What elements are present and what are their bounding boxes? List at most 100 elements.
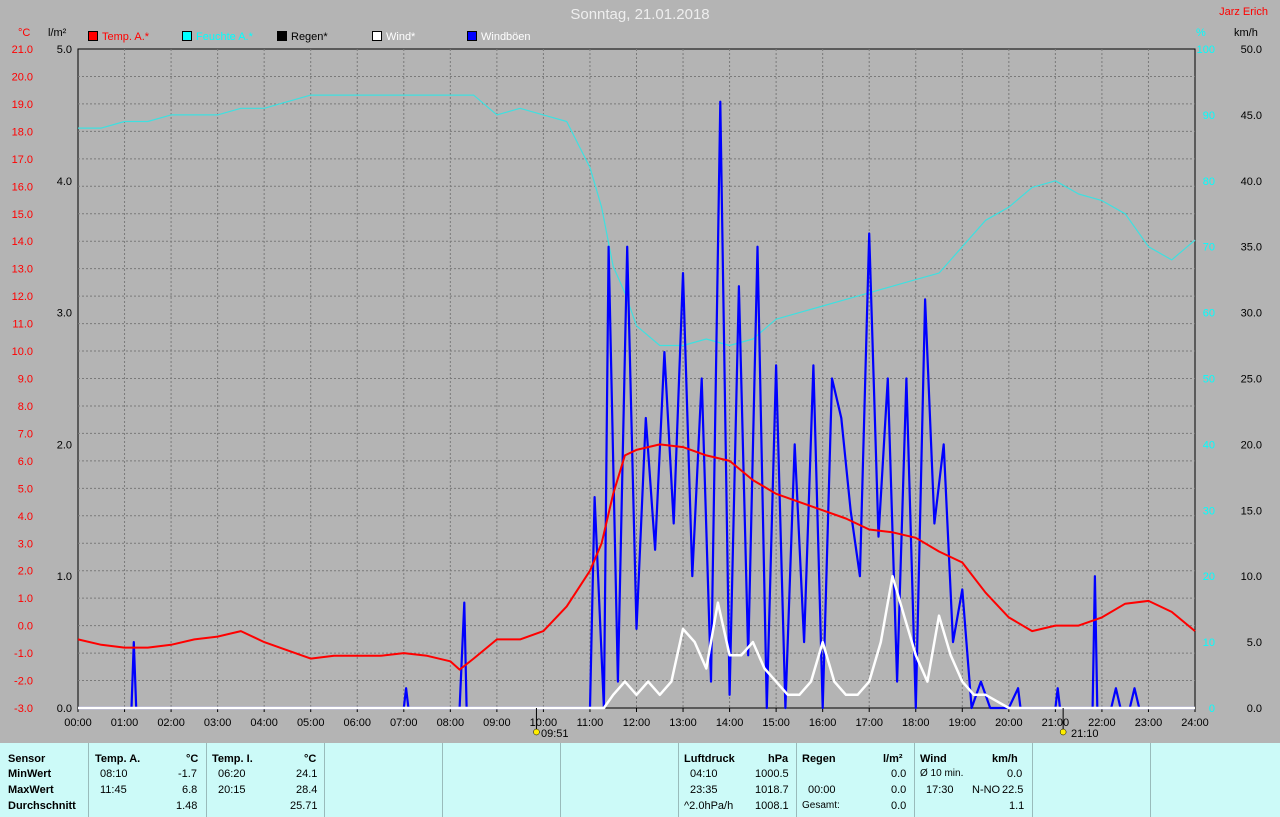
temp-tick-label: -2.0 bbox=[14, 676, 33, 688]
sunrise-marker-icon bbox=[533, 728, 540, 736]
x-tick-label: 04:00 bbox=[250, 717, 278, 729]
humidity-tick-label: 40 bbox=[1203, 439, 1215, 451]
rain-unit: l/m² bbox=[883, 753, 903, 765]
pressure-max-value: 1018.7 bbox=[755, 784, 789, 796]
temp-i-max-value: 28.4 bbox=[296, 784, 318, 796]
temp-i-min-value: 24.1 bbox=[296, 768, 318, 780]
legend-swatch bbox=[88, 31, 98, 41]
temp-tick-label: 1.0 bbox=[18, 593, 33, 605]
x-tick-label: 03:00 bbox=[204, 717, 232, 729]
rain-tick-label: 4.0 bbox=[57, 176, 72, 188]
x-tick-label: 17:00 bbox=[855, 717, 883, 729]
pressure-unit: hPa bbox=[768, 753, 789, 765]
rain-tick-label: 5.0 bbox=[57, 44, 72, 56]
wind-tick-label: 50.0 bbox=[1241, 44, 1262, 56]
temp-tick-label: 17.0 bbox=[12, 154, 33, 166]
legend-temp: Temp. A.* bbox=[88, 31, 149, 43]
temp-a-max-time: 11:45 bbox=[100, 784, 127, 796]
row-label-min: MinWert bbox=[8, 768, 52, 780]
temp-i-avg-value: 25.71 bbox=[290, 800, 318, 812]
humidity-tick-label: 0 bbox=[1209, 703, 1215, 715]
divider bbox=[678, 743, 679, 817]
x-tick-label: 15:00 bbox=[762, 717, 790, 729]
rain-tick-label: 3.0 bbox=[57, 308, 72, 320]
wind-tick-label: 20.0 bbox=[1241, 439, 1262, 451]
x-tick-label: 11:00 bbox=[577, 717, 604, 729]
temp-tick-label: 4.0 bbox=[18, 511, 33, 523]
x-tick-label: 06:00 bbox=[343, 717, 371, 729]
temp-tick-label: 11.0 bbox=[12, 319, 33, 331]
wind-tick-label: 45.0 bbox=[1241, 110, 1262, 122]
temp-i-min-time: 06:20 bbox=[218, 768, 246, 780]
legend-swatch bbox=[467, 31, 477, 41]
humidity-tick-label: 100 bbox=[1197, 44, 1215, 56]
wind-tick-label: 0.0 bbox=[1247, 703, 1262, 715]
pressure-trend-value: 1008.1 bbox=[755, 800, 789, 812]
x-tick-label: 18:00 bbox=[902, 717, 930, 729]
row-label-avg: Durchschnitt bbox=[8, 800, 76, 812]
wind-tick-label: 10.0 bbox=[1241, 571, 1262, 583]
wind-row2-time: 17:30 bbox=[926, 784, 954, 796]
temp-tick-label: 19.0 bbox=[12, 99, 33, 111]
series-windben-line bbox=[78, 100, 1195, 710]
legend-label: Feuchte A.* bbox=[196, 31, 253, 43]
temp-a-min-time: 08:10 bbox=[100, 768, 128, 780]
x-tick-label: 12:00 bbox=[623, 717, 651, 729]
temp-a-unit: °C bbox=[186, 753, 199, 765]
x-tick-label: 16:00 bbox=[809, 717, 837, 729]
wind-row1-label: Ø 10 min. bbox=[920, 768, 964, 779]
wind-tick-label: 40.0 bbox=[1241, 176, 1262, 188]
wind-tick-label: 5.0 bbox=[1247, 637, 1262, 649]
x-tick-label: 24:00 bbox=[1181, 717, 1209, 729]
divider bbox=[560, 743, 561, 817]
x-tick-label: 09:00 bbox=[483, 717, 511, 729]
temp-i-header: Temp. I. bbox=[212, 753, 253, 765]
wind-tick-label: 15.0 bbox=[1241, 505, 1262, 517]
temp-tick-label: 14.0 bbox=[12, 236, 33, 248]
wind-unit: km/h bbox=[992, 753, 1018, 765]
rain-header: Regen bbox=[802, 753, 836, 765]
temp-tick-label: 21.0 bbox=[12, 44, 33, 56]
divider bbox=[88, 743, 89, 817]
temp-tick-label: 13.0 bbox=[12, 264, 33, 276]
divider bbox=[324, 743, 325, 817]
humidity-tick-label: 10 bbox=[1203, 637, 1215, 649]
divider bbox=[914, 743, 915, 817]
temp-tick-label: 12.0 bbox=[12, 291, 33, 303]
humidity-tick-label: 80 bbox=[1203, 176, 1215, 188]
marker-label-sunset: 21:10 bbox=[1071, 728, 1099, 740]
rain-tick-label: 0.0 bbox=[57, 703, 72, 715]
wind-tick-label: 35.0 bbox=[1241, 242, 1262, 254]
temp-tick-label: -3.0 bbox=[14, 703, 33, 715]
legend-swatch bbox=[182, 31, 192, 41]
temp-tick-label: 5.0 bbox=[18, 483, 33, 495]
wind-unit-label: km/h bbox=[1234, 27, 1258, 39]
temp-tick-label: 20.0 bbox=[12, 71, 33, 83]
legend-gusts: Windböen bbox=[467, 31, 531, 43]
divider bbox=[206, 743, 207, 817]
row-label-max: MaxWert bbox=[8, 784, 54, 796]
x-tick-label: 13:00 bbox=[669, 717, 697, 729]
temp-tick-label: 16.0 bbox=[12, 181, 33, 193]
chart-title: Sonntag, 21.01.2018 bbox=[570, 6, 710, 23]
wind-tick-label: 30.0 bbox=[1241, 308, 1262, 320]
wind-row2-direction: N-NO bbox=[972, 784, 1001, 796]
humidity-tick-label: 90 bbox=[1203, 110, 1215, 122]
temp-tick-label: 7.0 bbox=[18, 428, 33, 440]
divider bbox=[796, 743, 797, 817]
divider bbox=[1032, 743, 1033, 817]
legend-label: Wind* bbox=[386, 31, 416, 43]
temp-tick-label: 2.0 bbox=[18, 566, 33, 578]
sunset-marker-icon bbox=[1059, 728, 1067, 736]
pressure-min-value: 1000.5 bbox=[755, 768, 789, 780]
legend-label: Windböen bbox=[481, 31, 531, 43]
temp-tick-label: 6.0 bbox=[18, 456, 33, 468]
temp-tick-label: 3.0 bbox=[18, 538, 33, 550]
rain-total-label: Gesamt: bbox=[802, 800, 840, 811]
humidity-tick-label: 30 bbox=[1203, 505, 1215, 517]
x-tick-label: 19:00 bbox=[949, 717, 977, 729]
x-tick-label: 01:00 bbox=[111, 717, 139, 729]
rain-tick-label: 2.0 bbox=[57, 439, 72, 451]
temp-a-max-value: 6.8 bbox=[182, 784, 198, 796]
temp-i-unit: °C bbox=[304, 753, 317, 765]
